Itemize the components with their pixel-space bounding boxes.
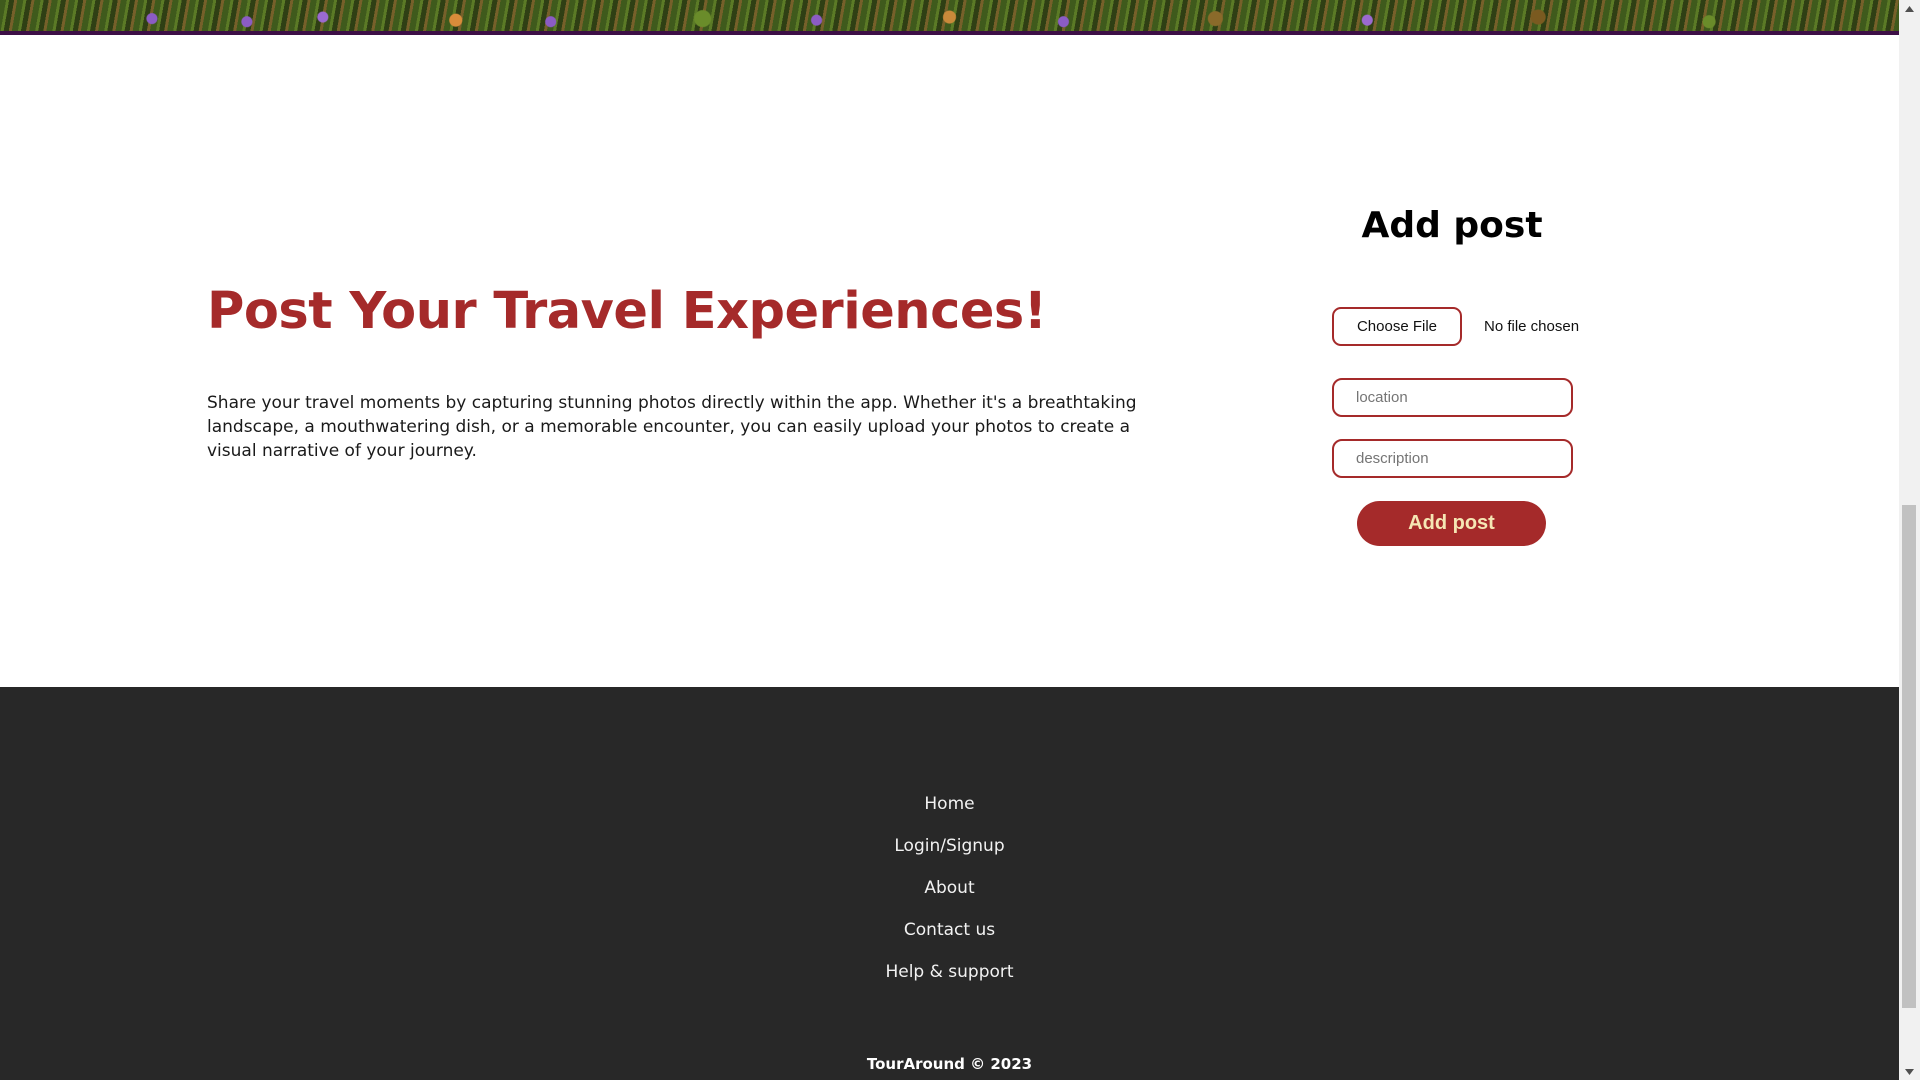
hero-image — [0, 0, 1899, 35]
page-description: Share your travel moments by capturing s… — [207, 393, 1137, 461]
scrollbar-thumb[interactable] — [1902, 505, 1916, 1008]
form-title: Add post — [1361, 205, 1543, 246]
file-status-text: No file chosen — [1484, 318, 1580, 335]
triangle-down-icon[interactable] — [1899, 1063, 1920, 1080]
copyright-text: TourAround © 2023 — [866, 1055, 1033, 1073]
footer-link-contact[interactable]: Contact us — [0, 919, 1899, 961]
add-post-button[interactable]: Add post — [1357, 501, 1546, 546]
footer-link-about[interactable]: About — [0, 877, 1899, 919]
footer-link-help[interactable]: Help & support — [0, 961, 1899, 1003]
choose-file-button[interactable]: Choose File — [1332, 307, 1462, 346]
location-input[interactable] — [1332, 378, 1573, 417]
page: Post Your Travel Experiences! Share your… — [0, 0, 1899, 1080]
footer-nav: Home Login/Signup About Contact us Help … — [0, 793, 1899, 1003]
page-title: Post Your Travel Experiences! — [207, 282, 1047, 341]
file-picker: Choose File No file chosen — [1332, 307, 1579, 346]
footer: Home Login/Signup About Contact us Help … — [0, 687, 1899, 1080]
vertical-scrollbar[interactable] — [1899, 0, 1920, 1080]
footer-link-login-signup[interactable]: Login/Signup — [0, 835, 1899, 877]
description-input[interactable] — [1332, 439, 1573, 478]
triangle-up-icon[interactable] — [1899, 0, 1920, 17]
footer-link-home[interactable]: Home — [0, 793, 1899, 835]
